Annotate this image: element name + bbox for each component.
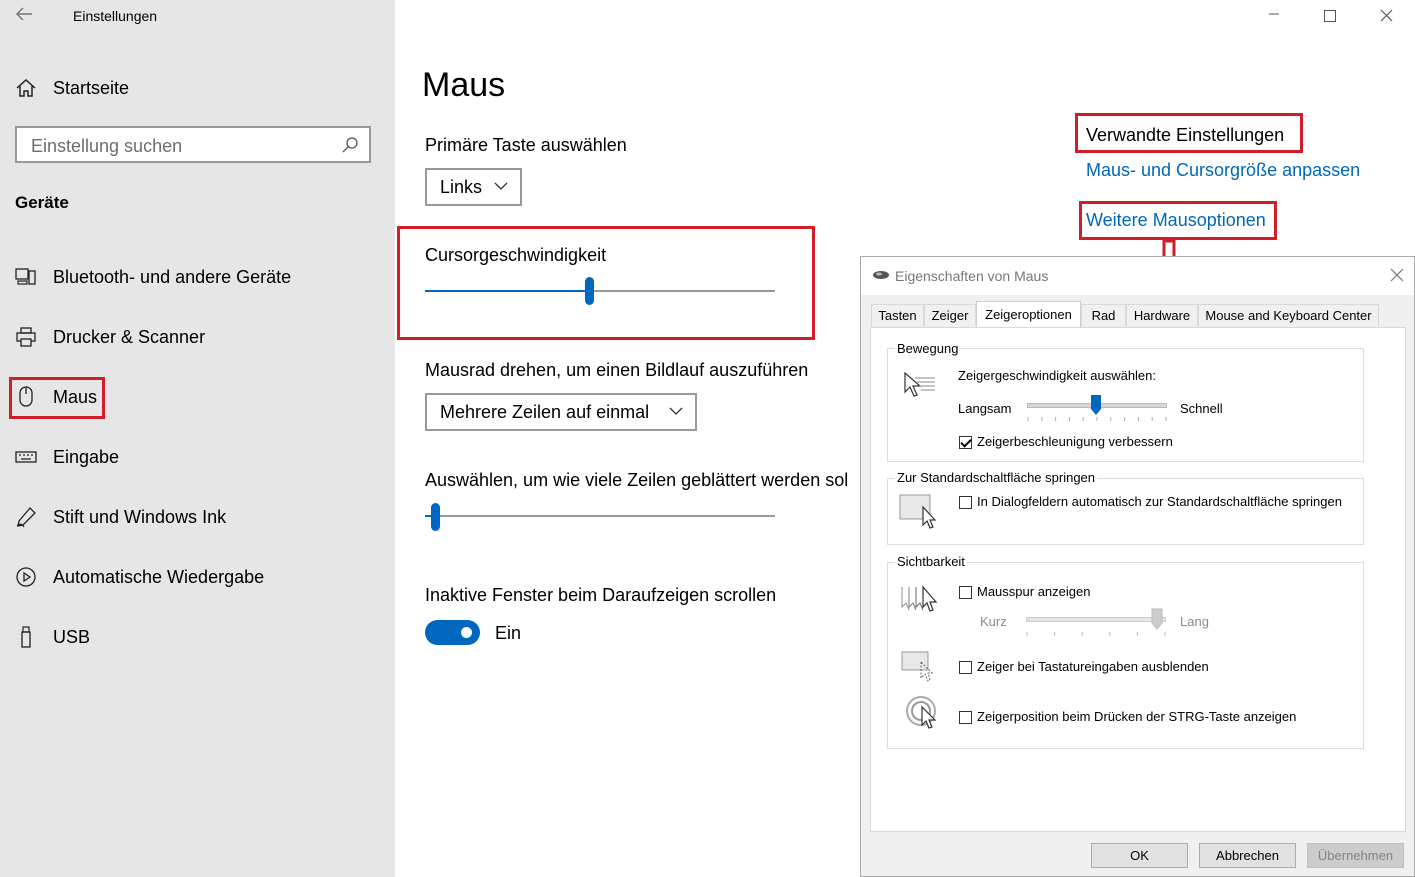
pointer-speed-label: Zeigergeschwindigkeit auswählen: [958,368,1157,383]
wheel-label: Mausrad drehen, um einen Bildlauf auszuf… [425,360,809,380]
dialog-close-icon[interactable] [1390,266,1404,287]
search-icon [342,137,358,153]
sidebar-item-label: Eingabe [53,446,120,467]
dialog-title: Eigenschaften von Maus [895,268,1049,284]
tab-zeigeroptionen[interactable]: Zeigeroptionen [976,301,1081,327]
trail-length-track[interactable] [1026,617,1166,622]
snap-checkbox[interactable] [959,496,972,509]
trail-short-label: Kurz [980,614,1007,629]
sidebar: Einstellungen Startseite Einstellung suc… [0,0,395,877]
tab-panel: Bewegung Zeigergeschwindigkeit auswählen… [870,327,1406,832]
hide-pointer-label: Zeiger bei Tastatureingaben ausblenden [977,659,1209,674]
snap-label: In Dialogfeldern automatisch zur Standar… [977,494,1342,509]
app-title: Einstellungen [73,8,158,24]
tab-zeiger[interactable]: Zeiger [924,304,976,326]
inactive-scroll-state: Ein [495,623,522,643]
pen-icon [14,506,38,528]
speed-fast-label: Schnell [1180,401,1223,416]
mouse-app-icon [873,271,889,279]
trail-length-thumb[interactable] [1151,608,1163,633]
group-visibility-title: Sichtbarkeit [895,554,967,569]
printer-icon [14,326,38,348]
sidebar-item-autoplay[interactable]: Automatische Wiedergabe [14,562,264,592]
highlight-cursor-speed [397,226,815,340]
trail-long-label: Lang [1180,614,1209,629]
tab-tasten[interactable]: Tasten [871,304,924,326]
pointer-speed-thumb[interactable] [1090,394,1102,419]
sidebar-item-bluetooth[interactable]: Bluetooth- und andere Geräte [14,262,291,292]
highlight-maus [9,377,105,419]
close-button[interactable] [1380,9,1393,25]
maximize-button[interactable] [1324,9,1336,25]
sidebar-item-pen[interactable]: Stift und Windows Ink [14,502,226,532]
highlight-related-title [1075,113,1303,153]
sidebar-item-label: USB [53,626,91,647]
sidebar-home-label: Startseite [53,77,130,98]
sidebar-item-label: Drucker & Scanner [53,326,206,347]
ok-button[interactable]: OK [1091,843,1188,868]
lines-label: Auswählen, um wie viele Zeilen geblätter… [425,470,849,490]
sidebar-item-usb[interactable]: USB [14,622,90,652]
wheel-value: Mehrere Zeilen auf einmal [440,401,650,422]
ctrl-locate-icon [905,695,941,736]
minimize-button[interactable] [1268,7,1280,23]
sidebar-item-printer[interactable]: Drucker & Scanner [14,322,205,352]
back-arrow-icon[interactable] [14,4,34,29]
acceleration-label: Zeigerbeschleunigung verbessern [977,434,1173,449]
trails-label: Mausspur anzeigen [977,584,1091,599]
snap-icon [899,493,941,534]
lines-track[interactable] [425,515,775,517]
speed-slow-label: Langsam [958,401,1012,416]
group-bewegung-title: Bewegung [895,341,961,356]
search-input[interactable]: Einstellung suchen [15,126,371,163]
link-cursor-size[interactable]: Maus- und Cursorgröße anpassen [1086,160,1360,181]
keyboard-icon [14,446,38,468]
tab-hardware[interactable]: Hardware [1126,304,1198,326]
apply-button[interactable]: Übernehmen [1307,843,1404,868]
ctrl-locate-label: Zeigerposition beim Drücken der STRG-Tas… [977,709,1297,724]
primary-button-dropdown[interactable]: Links [425,168,522,206]
hide-pointer-icon [901,650,937,689]
pointer-speed-icon [901,370,937,403]
sidebar-home[interactable]: Startseite [14,75,129,101]
pointer-speed-ticks [1027,417,1167,421]
search-placeholder: Einstellung suchen [31,136,183,156]
lines-thumb[interactable] [431,503,440,531]
bluetooth-devices-icon [14,266,38,288]
tab-mouse-keyboard-center[interactable]: Mouse and Keyboard Center [1198,304,1379,326]
trail-length-ticks [1026,632,1166,636]
trails-checkbox[interactable] [959,586,972,599]
inactive-scroll-label: Inaktive Fenster beim Daraufzeigen scrol… [425,585,777,605]
sidebar-item-label: Stift und Windows Ink [53,506,227,527]
sidebar-item-label: Automatische Wiedergabe [53,566,265,587]
acceleration-checkbox[interactable] [959,436,972,449]
trails-icon [899,583,941,618]
cancel-button[interactable]: Abbrechen [1199,843,1296,868]
dialog-titlebar: Eigenschaften von Maus [861,257,1414,295]
chevron-down-icon [494,182,508,190]
hide-pointer-checkbox[interactable] [959,661,972,674]
chevron-down-icon [669,407,683,415]
ctrl-locate-checkbox[interactable] [959,711,972,724]
primary-button-label: Primäre Taste auswählen [425,135,627,155]
tab-rad[interactable]: Rad [1081,304,1126,326]
usb-icon [14,626,38,648]
sidebar-item-input[interactable]: Eingabe [14,442,119,472]
autoplay-icon [14,566,38,588]
mouse-properties-dialog: Eigenschaften von Maus Tasten Zeiger Zei… [860,256,1415,877]
primary-button-value: Links [440,176,483,197]
sidebar-group-title: Geräte [15,193,69,212]
group-snap-title: Zur Standardschaltfläche springen [895,470,1098,485]
group-snap [887,478,1364,545]
sidebar-item-label: Bluetooth- und andere Geräte [53,266,292,287]
home-icon [14,77,38,99]
inactive-scroll-toggle[interactable] [425,620,480,645]
wheel-dropdown[interactable]: Mehrere Zeilen auf einmal [425,393,697,431]
toggle-knob [461,627,472,638]
highlight-more-options [1079,201,1277,240]
page-title: Maus [422,66,506,104]
